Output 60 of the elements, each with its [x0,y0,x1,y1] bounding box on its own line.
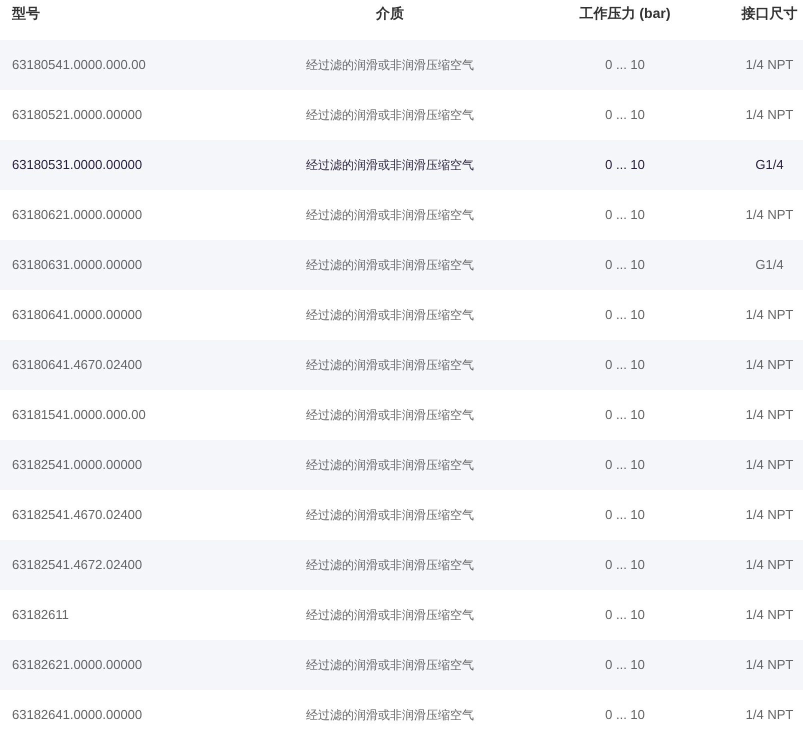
table-cell: 63180641.4670.02400 [12,357,142,372]
table-cell: G1/4 [755,157,784,172]
table-cell: 1/4 NPT [746,707,794,722]
table-cell: 0 ... 10 [605,57,645,72]
table-cell: 63180531.0000.00000 [12,157,142,172]
table-cell: 经过滤的润滑或非润滑压缩空气 [306,458,474,472]
table-cell: 1/4 NPT [746,357,794,372]
table-cell: 1/4 NPT [746,107,794,122]
table-cell: 1/4 NPT [746,207,794,222]
table-cell: 经过滤的润滑或非润滑压缩空气 [306,658,474,672]
table-cell: 1/4 NPT [746,557,794,572]
table-cell: 1/4 NPT [746,657,794,672]
table-cell: 0 ... 10 [605,557,645,572]
table-cell: 经过滤的润滑或非润滑压缩空气 [306,58,474,72]
table-cell: 63182611 [12,607,69,622]
table-cell: 1/4 NPT [746,307,794,322]
table-cell: 63182621.0000.00000 [12,657,142,672]
table-cell: 0 ... 10 [605,407,645,422]
table-cell: 经过滤的润滑或非润滑压缩空气 [306,208,474,222]
table-cell: 0 ... 10 [605,657,645,672]
table-cell: 1/4 NPT [746,57,794,72]
table-cell: 经过滤的润滑或非润滑压缩空气 [306,408,474,422]
table-cell: 0 ... 10 [605,107,645,122]
table-cell: 1/4 NPT [746,507,794,522]
table-cell: 0 ... 10 [605,207,645,222]
table-cell: 63182541.4672.02400 [12,557,142,572]
table-cell: 63182541.4670.02400 [12,507,142,522]
table-cell: 经过滤的润滑或非润滑压缩空气 [306,258,474,272]
table-cell: 0 ... 10 [605,257,645,272]
table-cell: 63182641.0000.00000 [12,707,142,722]
table-cell: 1/4 NPT [746,457,794,472]
column-header: 工作压力 (bar) [580,5,670,21]
column-header: 接口尺寸 [742,5,798,21]
table-cell: 63180621.0000.00000 [12,207,142,222]
table-cell: 经过滤的润滑或非润滑压缩空气 [306,308,474,322]
table-cell: 0 ... 10 [605,457,645,472]
table-cell: 63181541.0000.000.00 [12,407,146,422]
table-cell: 63180521.0000.00000 [12,107,142,122]
table-cell: 1/4 NPT [746,607,794,622]
table-cell: G1/4 [755,257,784,272]
table-cell: 经过滤的润滑或非润滑压缩空气 [306,708,474,722]
table-cell: 0 ... 10 [605,607,645,622]
table-cell: 63180631.0000.00000 [12,257,142,272]
table-cell: 0 ... 10 [605,307,645,322]
table-cell: 经过滤的润滑或非润滑压缩空气 [306,358,474,372]
table-cell: 0 ... 10 [605,707,645,722]
table-cell: 0 ... 10 [605,507,645,522]
table-cell: 经过滤的润滑或非润滑压缩空气 [306,508,474,522]
table-cell: 63180541.0000.000.00 [12,57,146,72]
table-cell: 经过滤的润滑或非润滑压缩空气 [306,108,474,122]
table-cell: 经过滤的润滑或非润滑压缩空气 [306,158,474,172]
table-cell: 0 ... 10 [605,157,645,172]
table-cell: 63182541.0000.00000 [12,457,142,472]
column-header: 介质 [376,5,404,21]
table-cell: 63180641.0000.00000 [12,307,142,322]
table-cell: 经过滤的润滑或非润滑压缩空气 [306,608,474,622]
column-header: 型号 [12,5,40,21]
table-cell: 0 ... 10 [605,357,645,372]
table-cell: 经过滤的润滑或非润滑压缩空气 [306,558,474,572]
table-cell: 1/4 NPT [746,407,794,422]
